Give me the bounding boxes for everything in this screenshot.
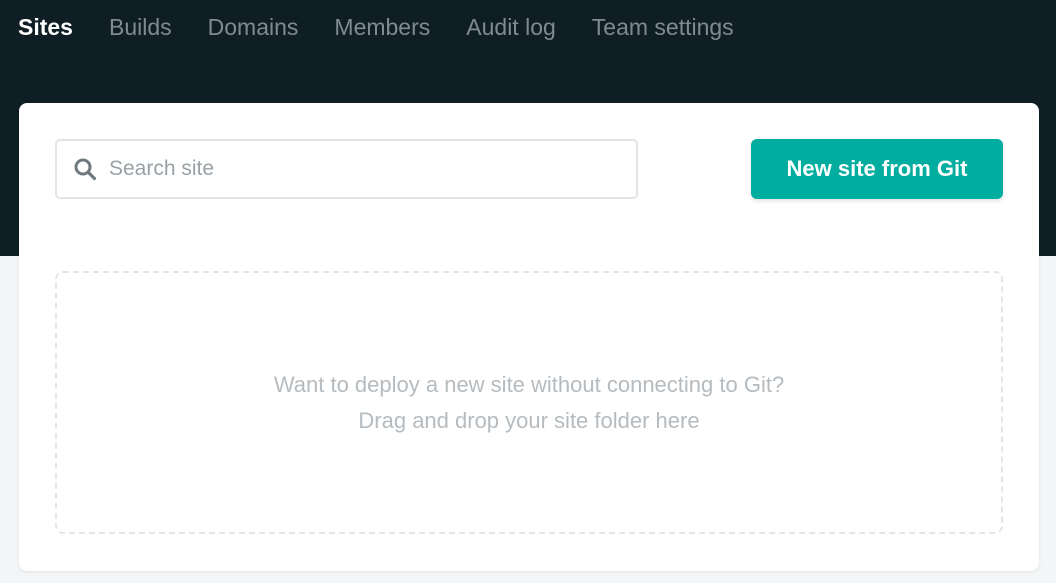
- sites-card: New site from Git Want to deploy a new s…: [19, 103, 1039, 571]
- tab-domains[interactable]: Domains: [208, 12, 299, 42]
- search-box[interactable]: [55, 139, 638, 199]
- dropzone-instruction: Drag and drop your site folder here: [358, 407, 700, 433]
- team-nav-tabs: Sites Builds Domains Members Audit log T…: [18, 12, 734, 42]
- tab-audit-log[interactable]: Audit log: [466, 12, 556, 42]
- search-input[interactable]: [109, 149, 589, 189]
- site-folder-dropzone[interactable]: Want to deploy a new site without connec…: [55, 271, 1003, 534]
- search-icon: [74, 158, 97, 181]
- new-site-from-git-button[interactable]: New site from Git: [751, 139, 1003, 199]
- dropzone-prompt: Want to deploy a new site without connec…: [273, 371, 785, 397]
- tab-members[interactable]: Members: [334, 12, 430, 42]
- tab-sites[interactable]: Sites: [18, 12, 73, 42]
- tab-builds[interactable]: Builds: [109, 12, 172, 42]
- tab-team-settings[interactable]: Team settings: [592, 12, 734, 42]
